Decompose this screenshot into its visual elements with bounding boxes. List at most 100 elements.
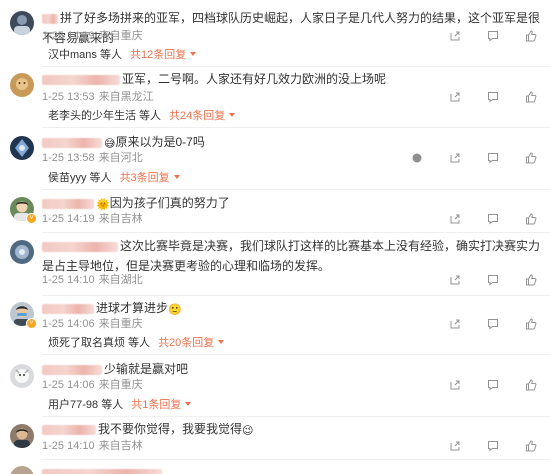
comment-date: 1-25 14:19 bbox=[42, 30, 95, 42]
share-icon[interactable] bbox=[448, 273, 462, 287]
comment-body: 因为孩子们真的努力了 bbox=[109, 196, 230, 210]
avatar[interactable] bbox=[10, 424, 34, 448]
comment-body: 亚军，二号啊。人家还有好几效力欧洲的没上场呢 bbox=[122, 72, 387, 86]
reply-count[interactable]: 共12条回复 bbox=[130, 49, 186, 61]
reply-summary[interactable]: 用户77-98 等人 共1条回复 bbox=[48, 398, 192, 412]
comment-location: 来自重庆 bbox=[98, 379, 143, 391]
share-icon[interactable] bbox=[448, 151, 462, 165]
comment-actions bbox=[424, 90, 538, 104]
chevron-down-icon bbox=[185, 402, 192, 406]
divider bbox=[42, 232, 550, 233]
comment-meta: 1-25 14:06 来自重庆 bbox=[42, 378, 143, 392]
reply-count[interactable]: 共1条回复 bbox=[131, 399, 181, 411]
comment-text: 我不要你觉得，我要我觉得😉 bbox=[42, 419, 540, 441]
divider bbox=[42, 189, 550, 190]
reply-count[interactable]: 共3条回复 bbox=[120, 172, 170, 184]
like-icon[interactable] bbox=[524, 317, 538, 331]
comment-icon[interactable] bbox=[486, 317, 500, 331]
comment-actions bbox=[424, 378, 538, 392]
username-blurred[interactable] bbox=[42, 13, 58, 24]
username-blurred[interactable] bbox=[42, 137, 102, 148]
comment-body: 原来以为是0-7吗 bbox=[115, 135, 205, 149]
comment-icon[interactable] bbox=[486, 212, 500, 226]
like-icon[interactable] bbox=[524, 439, 538, 453]
chevron-down-icon bbox=[229, 113, 236, 117]
username-blurred[interactable] bbox=[42, 303, 94, 314]
comment-location: 来自重庆 bbox=[98, 30, 143, 42]
vip-badge: v bbox=[26, 318, 37, 329]
comment-actions bbox=[424, 29, 538, 43]
share-icon[interactable] bbox=[448, 317, 462, 331]
like-icon[interactable] bbox=[524, 90, 538, 104]
username-blurred[interactable] bbox=[42, 198, 94, 209]
reply-count[interactable]: 共20条回复 bbox=[158, 337, 214, 349]
reply-summary[interactable]: 烦死了取名真烦 等人 共20条回复 bbox=[48, 336, 225, 350]
username-blurred[interactable] bbox=[42, 364, 102, 375]
comment-meta: 1-25 14:06 来自重庆 bbox=[42, 317, 143, 331]
avatar[interactable] bbox=[10, 364, 34, 388]
reply-summary[interactable]: 老李头的少年生活 等人 共24条回复 bbox=[48, 109, 236, 123]
share-icon[interactable] bbox=[448, 90, 462, 104]
avatar[interactable] bbox=[10, 73, 34, 97]
username-blurred[interactable] bbox=[42, 74, 120, 85]
comment-icon[interactable] bbox=[486, 151, 500, 165]
divider bbox=[42, 295, 550, 296]
divider bbox=[42, 66, 550, 67]
more-icon[interactable] bbox=[410, 151, 424, 165]
divider bbox=[42, 354, 550, 355]
username-blurred[interactable] bbox=[42, 468, 162, 474]
chevron-down-icon bbox=[173, 175, 180, 179]
comment-location: 来自重庆 bbox=[98, 318, 143, 330]
comment-meta: 1-25 14:10 来自吉林 bbox=[42, 439, 143, 453]
reply-users: 烦死了取名真烦 等人 bbox=[48, 337, 151, 349]
comment-date: 1-25 13:58 bbox=[42, 152, 95, 164]
comment-meta: 1-25 13:58 来自河北 bbox=[42, 151, 143, 165]
username-blurred[interactable] bbox=[42, 241, 118, 252]
reply-summary[interactable]: 汉中mans 等人 共12条回复 bbox=[48, 48, 197, 62]
share-icon[interactable] bbox=[448, 212, 462, 226]
like-icon[interactable] bbox=[524, 273, 538, 287]
comment-text: 这次比赛毕竟是决赛，我们球队打这样的比赛基本上没有经验，确实打决赛实力是占主导地… bbox=[42, 236, 540, 276]
reply-summary[interactable]: 侯苗yyy 等人 共3条回复 bbox=[48, 171, 180, 185]
divider bbox=[42, 459, 550, 460]
avatar[interactable] bbox=[10, 240, 34, 264]
comment-icon[interactable] bbox=[486, 273, 500, 287]
wink-emoji-icon: 😉 bbox=[242, 425, 254, 437]
comment-body: 进球才算进步 bbox=[96, 301, 169, 315]
avatar[interactable] bbox=[10, 11, 34, 35]
comment-location: 来自吉林 bbox=[98, 213, 143, 225]
comment-body: 我不要你觉得，我要我觉得 bbox=[98, 422, 243, 436]
username-blurred[interactable] bbox=[42, 424, 96, 435]
comment-date: 1-25 14:06 bbox=[42, 379, 95, 391]
reply-users: 侯苗yyy 等人 bbox=[48, 172, 112, 184]
comment-icon[interactable] bbox=[486, 439, 500, 453]
comment-actions bbox=[424, 212, 538, 226]
like-icon[interactable] bbox=[524, 212, 538, 226]
comment-location: 来自湖北 bbox=[98, 274, 143, 286]
comment-date: 1-25 14:10 bbox=[42, 440, 95, 452]
avatar[interactable] bbox=[10, 466, 34, 474]
comment-date: 1-25 13:53 bbox=[42, 91, 95, 103]
comment-location: 来自河北 bbox=[98, 152, 143, 164]
share-icon[interactable] bbox=[448, 439, 462, 453]
like-icon[interactable] bbox=[524, 29, 538, 43]
avatar[interactable] bbox=[10, 136, 34, 160]
reply-count[interactable]: 共24条回复 bbox=[169, 110, 225, 122]
comment-actions bbox=[424, 317, 538, 331]
comment-icon[interactable] bbox=[486, 29, 500, 43]
comment-icon[interactable] bbox=[486, 378, 500, 392]
reply-users: 用户77-98 等人 bbox=[48, 399, 124, 411]
share-icon[interactable] bbox=[448, 378, 462, 392]
like-icon[interactable] bbox=[524, 151, 538, 165]
reply-users: 汉中mans 等人 bbox=[48, 49, 122, 61]
comment-meta: 1-25 14:19 来自重庆 bbox=[42, 29, 143, 43]
comment-actions bbox=[386, 151, 538, 165]
comment-text bbox=[42, 463, 540, 474]
like-icon[interactable] bbox=[524, 378, 538, 392]
comment-icon[interactable] bbox=[486, 90, 500, 104]
comment-meta: 1-25 13:53 来自黑龙江 bbox=[42, 90, 154, 104]
vip-badge: v bbox=[26, 213, 37, 224]
comment-date: 1-25 14:10 bbox=[42, 274, 95, 286]
chevron-down-icon bbox=[190, 52, 197, 56]
share-icon[interactable] bbox=[448, 29, 462, 43]
